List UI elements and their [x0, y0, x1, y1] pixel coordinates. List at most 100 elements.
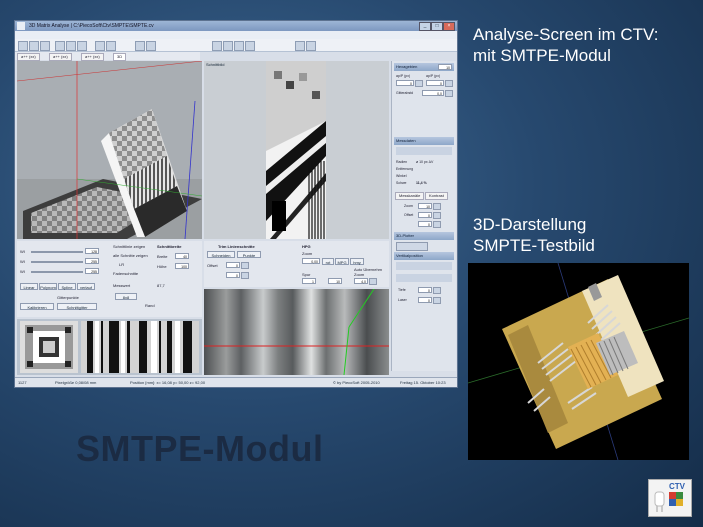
schneiden-button[interactable]: Schneiden	[207, 251, 235, 258]
3d-render-image	[468, 263, 689, 460]
weight-spin[interactable]	[445, 90, 453, 97]
laser-label: Laser	[398, 298, 407, 302]
mid-zoom-field[interactable]: 0,00	[302, 258, 320, 264]
slider-2-label: WI	[20, 259, 25, 264]
caption-3d-line1: 3D-Darstellung	[473, 215, 587, 234]
section-vertikalposition[interactable]: Vertikalposition	[394, 252, 454, 260]
settings-icon[interactable]	[306, 41, 316, 51]
smpte-3d-render-graphic	[468, 263, 689, 460]
grid-8x8-button[interactable]: 8x8	[115, 293, 137, 300]
tab-view-1[interactable]: a++ (xx)	[17, 53, 40, 61]
slider-3-value[interactable]: 255	[85, 268, 99, 274]
tiefe-field[interactable]: 0	[418, 287, 432, 293]
spur-field[interactable]: 1	[302, 278, 316, 284]
minimize-button[interactable]: _	[419, 22, 431, 31]
maximize-button[interactable]: □	[431, 22, 443, 31]
check-lr[interactable]: LR	[119, 262, 124, 267]
offset-spin[interactable]	[433, 212, 441, 219]
zoom-field[interactable]: 10	[418, 203, 432, 209]
field-b-input[interactable]: 0	[426, 80, 444, 86]
weight-field[interactable]: 0,0	[422, 90, 444, 96]
schnittgitter-button[interactable]: Schnittgitter	[57, 303, 97, 310]
tab-view-2[interactable]: a++ (xx)	[49, 53, 72, 61]
vertical-toolbar	[396, 262, 452, 270]
profile-icon[interactable]	[245, 41, 255, 51]
extra-field[interactable]: 0	[418, 221, 432, 227]
linear-button[interactable]: Linear	[20, 283, 38, 290]
zoom-label: Zoom	[404, 204, 413, 208]
mid-offset2-field[interactable]: 0	[226, 272, 240, 278]
tab-view-3[interactable]: a++ (xx)	[81, 53, 104, 61]
slider-1-label: WI	[20, 249, 25, 254]
width-a-label: Breite	[157, 254, 168, 259]
projection-view[interactable]: Schnittbild	[204, 61, 389, 239]
extra-spin[interactable]	[433, 221, 441, 228]
field-b-spin[interactable]	[445, 80, 453, 87]
spline-button[interactable]: Spline	[58, 283, 76, 290]
field-a-spin[interactable]	[415, 80, 423, 87]
grid-icon[interactable]	[95, 41, 105, 51]
slider-1[interactable]	[31, 251, 83, 253]
mid-offset-spin[interactable]	[241, 262, 249, 269]
mpg-button[interactable]: MPG	[335, 258, 349, 265]
close-button[interactable]: ×	[443, 22, 455, 31]
spur-label: Spur	[302, 272, 311, 277]
punkte-button[interactable]: Punkte	[237, 251, 261, 258]
kalibrieren-button[interactable]: Kalibrieren	[20, 303, 54, 310]
radius-value: ø 10 px ΔV	[416, 160, 434, 164]
3d-view[interactable]	[17, 61, 202, 239]
slice-icon[interactable]	[146, 41, 156, 51]
layer-icon[interactable]	[106, 41, 116, 51]
slider-2-value[interactable]: 255	[85, 258, 99, 264]
ruler-icon[interactable]	[223, 41, 233, 51]
status-left: 1127	[18, 380, 27, 385]
mid-offset2-spin[interactable]	[241, 272, 249, 279]
offset-field[interactable]: 0	[418, 212, 432, 218]
plotter-slider[interactable]	[396, 242, 428, 251]
width-a-field[interactable]: 40	[175, 253, 189, 259]
laser-field[interactable]: 0	[418, 297, 432, 303]
mid-zoom-label: Zoom	[302, 251, 313, 256]
open-icon[interactable]	[18, 41, 28, 51]
check-schnittlinie[interactable]: Schnittlinie zeigen	[113, 244, 145, 249]
laser-spin[interactable]	[433, 297, 441, 304]
slider-1-value[interactable]: 128	[85, 248, 99, 254]
zoom2-spin[interactable]	[369, 278, 377, 285]
polynom-button[interactable]: Polynom	[39, 283, 57, 290]
section-3d-plotter[interactable]: 3D-Plotter	[394, 232, 454, 240]
zoom-spin[interactable]	[433, 203, 441, 210]
zoom2-field[interactable]: 4,0	[354, 278, 368, 284]
slider-3[interactable]	[31, 271, 83, 273]
section-messdaten[interactable]: Messdaten	[394, 137, 454, 145]
rot-button[interactable]: rot	[322, 258, 334, 265]
caption-analyse-line2: mit SMTPE-Modul	[473, 46, 611, 65]
zoom-in-icon[interactable]	[55, 41, 65, 51]
cube-icon[interactable]	[135, 41, 145, 51]
tiefe-label: Tiefe	[398, 288, 406, 292]
check-alle-schnitte[interactable]: alle Schnitte zeigen	[113, 253, 148, 258]
angle-icon[interactable]	[234, 41, 244, 51]
tab-kontrast[interactable]: Kontrast	[425, 192, 448, 200]
main-value-field[interactable]: 10	[438, 64, 452, 70]
width-header: Schnittbreite	[157, 244, 182, 249]
slider-2[interactable]	[31, 261, 83, 263]
tab-messkanaele[interactable]: Messkanäle	[395, 192, 425, 200]
tiefe-spin[interactable]	[433, 287, 441, 294]
save-icon[interactable]	[29, 41, 39, 51]
zoom-out-icon[interactable]	[66, 41, 76, 51]
rotate-icon[interactable]	[77, 41, 87, 51]
intensity-profile-view[interactable]	[204, 289, 389, 375]
mid-offset-field[interactable]: 0	[226, 262, 240, 268]
field-b-label: ap/P (px)	[426, 74, 441, 78]
hmy-button[interactable]: hmy	[350, 258, 364, 265]
check-fadenschnitte[interactable]: Fadenschnitte	[113, 271, 138, 276]
measure-icon[interactable]	[212, 41, 222, 51]
verlauf-button[interactable]: verlauf	[77, 283, 95, 290]
field-a-input[interactable]: 0	[396, 80, 414, 86]
vertical-toolbar-2	[396, 274, 452, 282]
width-b-field[interactable]: 100	[175, 263, 189, 269]
print-icon[interactable]	[40, 41, 50, 51]
tab-3d[interactable]: 3D	[113, 53, 127, 61]
export-icon[interactable]	[295, 41, 305, 51]
spur2-field[interactable]: 10	[328, 278, 342, 284]
